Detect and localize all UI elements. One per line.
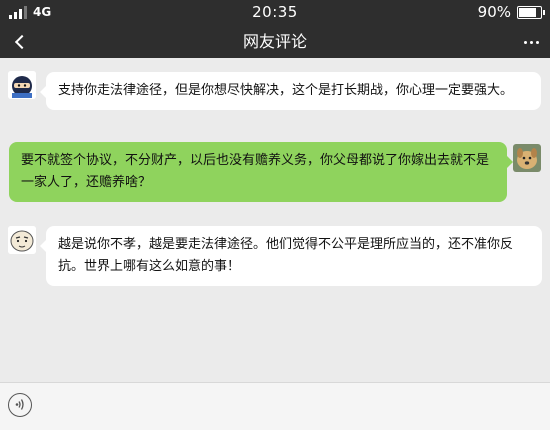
message-bubble-1[interactable]: 支持你走法律途径，但是你想尽快解决，这个是打长期战，你心理一定要强大。 [40, 72, 541, 110]
message-bubble-2[interactable]: 要不就签个协议，不分财产，以后也没有赡养义务，你父母都说了你嫁出去就不是一家人了… [9, 142, 513, 202]
battery-percent: 90% [477, 3, 511, 21]
battery-fill [519, 8, 536, 17]
cartoon-face-icon [8, 226, 36, 254]
status-time: 20:35 [252, 3, 298, 21]
message-text: 支持你走法律途径，但是你想尽快解决，这个是打长期战，你心理一定要强大。 [58, 83, 514, 98]
message-bubble-3[interactable]: 越是说你不孝，越是要走法律途径。他们觉得不公平是理所应当的，还不准你反抗。世界上… [40, 226, 542, 286]
nav-bar: 网友评论 [0, 26, 550, 58]
message-text: 越是说你不孝，越是要走法律途径。他们觉得不公平是理所应当的，还不准你反抗。世界上… [58, 237, 514, 274]
more-button[interactable] [518, 34, 544, 50]
input-bar [0, 382, 550, 430]
voice-icon [15, 399, 24, 410]
battery-icon [517, 6, 545, 19]
more-dot [529, 40, 533, 44]
message-text: 要不就签个协议，不分财产，以后也没有赡养义务，你父母都说了你嫁出去就不是一家人了… [21, 153, 490, 190]
page-title: 网友评论 [242, 32, 307, 51]
dog-icon [513, 144, 541, 172]
ninja-avatar[interactable] [8, 71, 36, 99]
chat-area[interactable]: 支持你走法律途径，但是你想尽快解决，这个是打长期战，你心理一定要强大。 要不就签… [0, 58, 550, 382]
ninja-icon [8, 71, 36, 99]
voice-button[interactable] [8, 393, 32, 417]
more-dot [535, 40, 539, 44]
dog-avatar[interactable] [513, 144, 541, 172]
status-right: 90% [477, 3, 545, 22]
more-dot [523, 40, 527, 44]
cartoon-face-avatar[interactable] [8, 226, 36, 254]
status-bar: 4G 20:35 90% [0, 0, 550, 26]
